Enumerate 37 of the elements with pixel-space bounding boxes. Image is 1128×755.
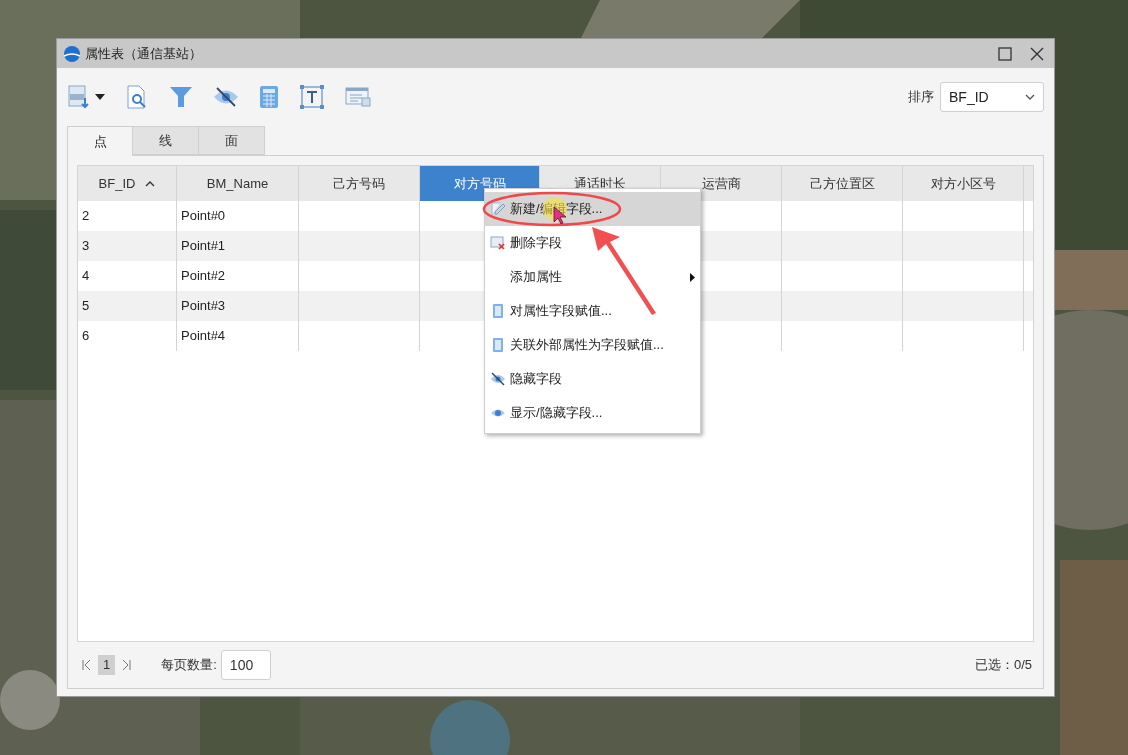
tab[interactable]: 点 bbox=[67, 126, 133, 156]
table-cell: 6 bbox=[78, 321, 177, 351]
calculator-icon[interactable] bbox=[259, 85, 279, 109]
close-icon[interactable] bbox=[1030, 46, 1044, 61]
submenu-arrow-icon bbox=[690, 272, 695, 282]
menu-item[interactable]: 删除字段 bbox=[485, 226, 700, 260]
selection-count: 已选：0/5 bbox=[974, 656, 1032, 675]
maximize-icon[interactable] bbox=[998, 46, 1012, 61]
first-page-icon[interactable] bbox=[82, 659, 92, 671]
menu-item[interactable]: 对属性字段赋值... bbox=[485, 294, 700, 328]
window-title: 属性表（通信基站） bbox=[85, 44, 202, 63]
table-window-icon[interactable] bbox=[345, 86, 371, 108]
tab[interactable]: 面 bbox=[199, 126, 265, 155]
table-cell: Point#4 bbox=[177, 321, 299, 351]
page-number[interactable]: 1 bbox=[98, 655, 116, 675]
pencil-icon bbox=[490, 201, 506, 217]
sort-dropdown[interactable]: BF_ID bbox=[940, 82, 1044, 112]
menu-item[interactable]: 隐藏字段 bbox=[485, 362, 700, 396]
hidden-eye-icon[interactable] bbox=[213, 86, 239, 108]
menu-item[interactable]: 添加属性 bbox=[485, 260, 700, 294]
filter-icon[interactable] bbox=[169, 85, 193, 109]
delete-field-icon bbox=[490, 235, 506, 251]
app-logo-icon bbox=[63, 44, 81, 63]
text-frame-icon[interactable] bbox=[299, 84, 325, 110]
last-page-icon[interactable] bbox=[121, 659, 132, 671]
calculator-icon bbox=[490, 337, 506, 353]
tab[interactable]: 线 bbox=[133, 126, 199, 155]
menu-item[interactable]: 关联外部属性为字段赋值... bbox=[485, 328, 700, 362]
calculator-icon bbox=[490, 303, 506, 319]
page-size-field[interactable]: 100 bbox=[220, 650, 271, 680]
sort-ascending-icon bbox=[145, 180, 156, 187]
menu-item[interactable]: 显示/隐藏字段... bbox=[485, 396, 700, 430]
page-size-label: 每页数量: bbox=[161, 656, 217, 675]
dropdown-caret-icon[interactable] bbox=[95, 94, 105, 100]
sort-label: 排序 bbox=[908, 88, 934, 107]
chevron-down-icon bbox=[1025, 94, 1035, 100]
hidden-eye-icon bbox=[490, 371, 506, 387]
